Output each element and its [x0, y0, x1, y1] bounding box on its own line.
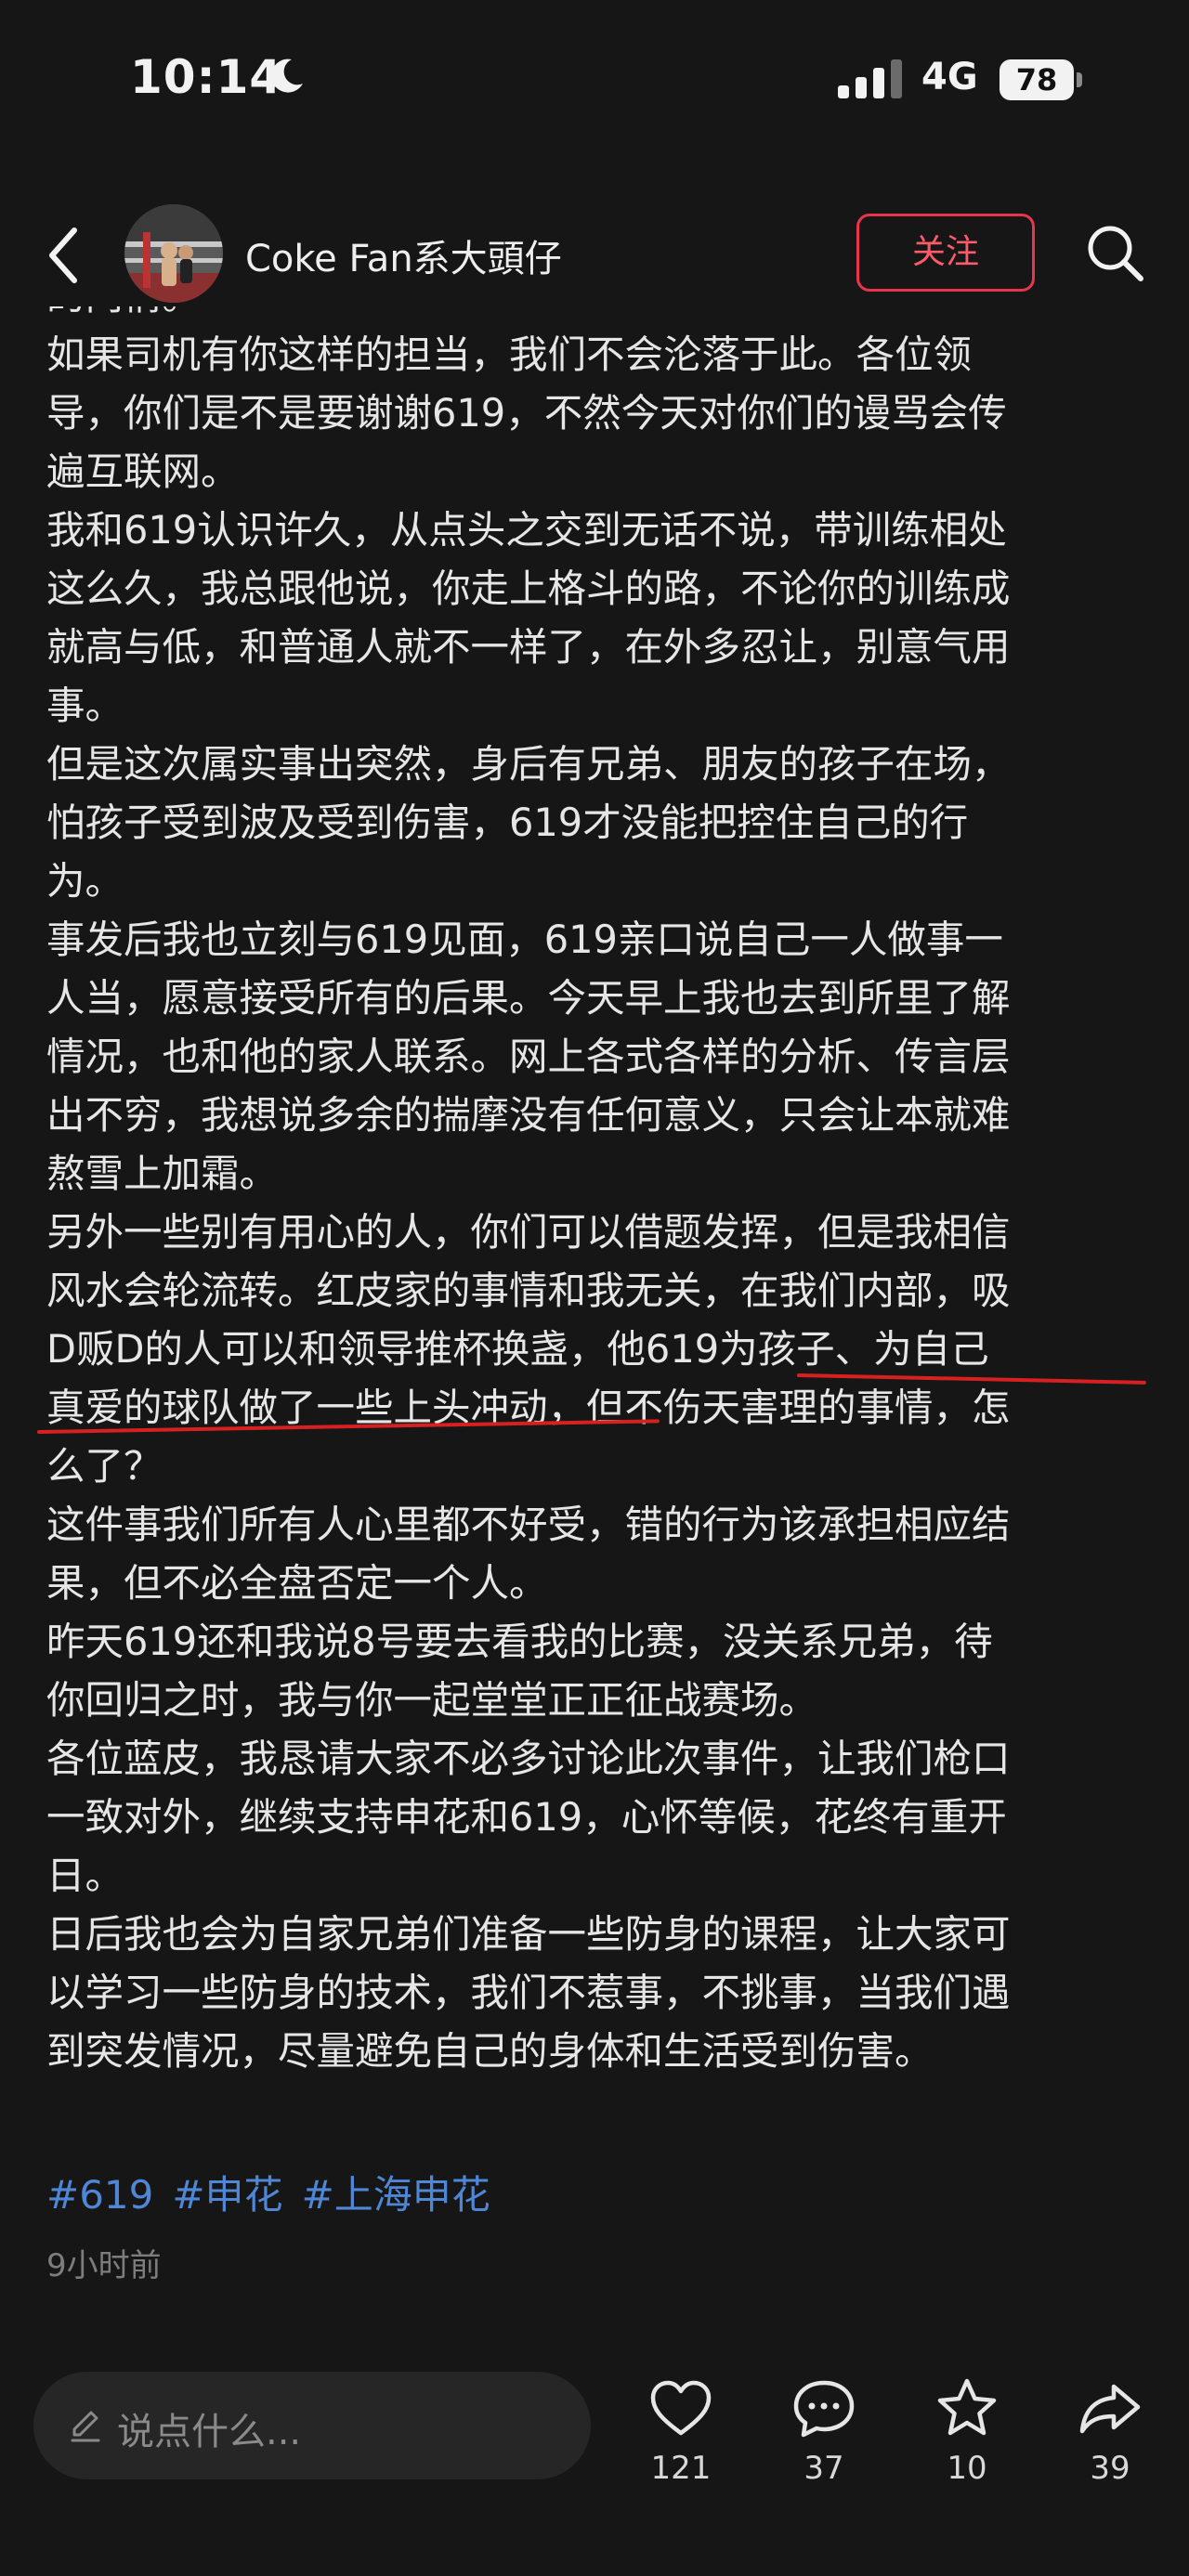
comment-input[interactable]: 说点什么... — [33, 2372, 591, 2479]
comment-bubble-icon — [793, 2380, 855, 2438]
post-line: 风水会轮流转。红皮家的事情和我无关，在我们内部，吸 — [46, 1268, 1011, 1313]
favorite-count: 10 — [947, 2450, 987, 2487]
post-text: 的内情。 如果司机有你这样的担当，我们不会沦落于此。各位领 导，你们是不是要谢谢… — [46, 306, 1143, 2080]
post-line: 我和619认识许久，从点头之交到无话不说，带训练相处 — [46, 507, 1007, 553]
post-line: 但是这次属实事出突然，身后有兄弟、朋友的孩子在场， — [46, 741, 1011, 787]
post-line: D贩D的人可以和领导推杯换盏，他619为孩子、为自己 — [46, 1326, 989, 1372]
post-body: 的内情。 如果司机有你这样的担当，我们不会沦落于此。各位领 导，你们是不是要谢谢… — [0, 306, 1189, 2261]
status-bar: 10:14 4G 78 — [0, 0, 1189, 158]
battery-icon: 78 — [1000, 59, 1082, 100]
post-line: 事发后我也立刻与619见面，619亲口说自己一人做事一 — [46, 917, 1003, 962]
bottom-action-bar: 说点什么... 121 37 10 39 — [0, 2340, 1189, 2576]
pencil-icon — [71, 2411, 100, 2442]
favorite-button[interactable]: 10 — [907, 2375, 1027, 2515]
post-timestamp: 9小时前 — [46, 2247, 162, 2284]
like-button[interactable]: 121 — [621, 2375, 741, 2515]
post-line: 另外一些别有用心的人，你们可以借题发挥，但是我相信 — [46, 1209, 1011, 1255]
search-icon[interactable] — [1081, 219, 1148, 286]
avatar-image — [124, 204, 223, 303]
post-line: 怕孩子受到波及受到伤害，619才没能把控住自己的行 — [46, 800, 969, 845]
comment-count: 37 — [804, 2450, 844, 2487]
back-arrow-icon[interactable] — [37, 214, 102, 297]
post-line: 一致对外，继续支持申花和619，心怀等候，花终有重开 — [46, 1794, 1007, 1840]
status-time: 10:14 — [130, 50, 283, 104]
share-button[interactable]: 39 — [1050, 2375, 1170, 2515]
post-line: 如果司机有你这样的担当，我们不会沦落于此。各位领 — [46, 332, 973, 377]
post-line: 这件事我们所有人心里都不好受，错的行为该承担相应结 — [46, 1502, 1011, 1547]
post-line: 到突发情况，尽量避免自己的身体和生活受到伤害。 — [46, 2028, 934, 2074]
post-line: 以学习一些防身的技术，我们不惹事，不挑事，当我们遇 — [46, 1970, 1011, 2015]
nav-header: Coke Fan系大頭仔 关注 — [0, 186, 1189, 325]
comment-button[interactable]: 37 — [764, 2375, 884, 2515]
post-line: 昨天619还和我说8号要去看我的比赛，没关系兄弟，待 — [46, 1619, 993, 1664]
battery-cap — [1077, 72, 1082, 87]
post-line: 为。 — [46, 858, 124, 904]
post-line: 熬雪上加霜。 — [46, 1151, 279, 1196]
like-count: 121 — [650, 2450, 712, 2487]
hashtag-list: #619 #申花 #上海申花 — [46, 2164, 509, 2220]
hashtag[interactable]: #上海申花 — [302, 2172, 490, 2218]
share-count: 39 — [1090, 2450, 1130, 2487]
post-line: 你回归之时，我与你一起堂堂正正征战赛场。 — [46, 1677, 818, 1723]
post-line: 事。 — [46, 683, 124, 728]
avatar[interactable] — [124, 204, 223, 303]
post-line: 各位蓝皮，我恳请大家不必多讨论此次事件，让我们枪口 — [46, 1736, 1011, 1781]
post-line: 就高与低，和普通人就不一样了，在外多忍让，别意气用 — [46, 624, 1011, 670]
post-line: 这么久，我总跟他说，你走上格斗的路，不论你的训练成 — [46, 566, 1011, 611]
follow-button[interactable]: 关注 — [856, 214, 1035, 292]
post-line: 么了？ — [46, 1443, 163, 1489]
post-line: 出不穷，我想说多余的揣摩没有任何意义，只会让本就难 — [46, 1092, 1011, 1138]
signal-icon — [838, 59, 902, 98]
post-line: 情况，也和他的家人联系。网上各式各样的分析、传言层 — [46, 1034, 1011, 1079]
network-label: 4G — [921, 56, 978, 98]
post-detail-page: 10:14 4G 78 Coke Fan系大頭仔 关注 如果司机有你这样的担当，… — [0, 0, 1189, 2576]
post-line: 果，但不必全盘否定一个人。 — [46, 1560, 548, 1606]
moon-icon — [271, 59, 303, 93]
share-arrow-icon — [1079, 2384, 1141, 2434]
battery-level: 78 — [1000, 59, 1074, 100]
author-name[interactable]: Coke Fan系大頭仔 — [245, 228, 562, 282]
star-icon — [937, 2378, 997, 2436]
post-line: 遍互联网。 — [46, 449, 240, 494]
post-line: 导，你们是不是要谢谢619，不然今天对你们的谩骂会传 — [46, 390, 1007, 436]
post-line: 日后我也会为自家兄弟们准备一些防身的课程，让大家可 — [46, 1911, 1011, 1957]
post-line: 日。 — [46, 1853, 124, 1898]
post-line: 的内情。 — [46, 306, 1143, 325]
heart-icon — [650, 2380, 712, 2436]
hashtag[interactable]: #619 — [46, 2172, 153, 2218]
post-line: 人当，愿意接受所有的后果。今天早上我也去到所里了解 — [46, 975, 1011, 1021]
comment-placeholder: 说点什么... — [117, 2411, 302, 2453]
hashtag[interactable]: #申花 — [172, 2172, 282, 2218]
